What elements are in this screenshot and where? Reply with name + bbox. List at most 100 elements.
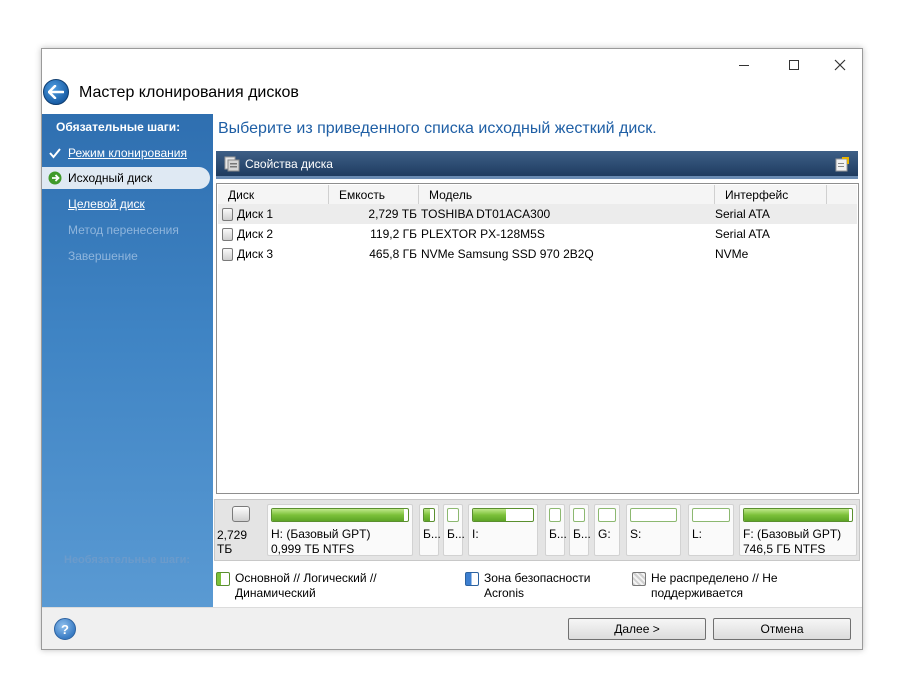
partition-usage-fill [473,509,506,521]
table-header: Диск Емкость Модель Интерфейс [218,185,857,205]
cancel-button[interactable]: Отмена [713,618,851,640]
column-header-model[interactable]: Модель [419,185,715,205]
table-row[interactable]: Диск 2 119,2 ГБ PLEXTOR PX-128M5S Serial… [218,224,857,244]
disk-properties-button[interactable]: Свойства диска [224,156,333,172]
sidebar-item-label: Исходный диск [68,171,153,185]
required-steps-heading: Обязательные шаги: [56,120,181,134]
disk-name: Диск 2 [237,227,274,241]
sidebar-item-clone-mode[interactable]: Режим клонирования [42,142,213,164]
partition-block[interactable]: H: (Базовый GPT) 0,999 ТБ NTFS [267,504,413,556]
legend-unallocated: Не распределено // Не поддерживается [632,571,778,601]
legend-primary-line1: Основной // Логический // [235,571,377,585]
next-button-mnemonic: Д [614,622,623,636]
partition-label: I: [472,527,479,541]
help-button[interactable]: ? [54,618,76,640]
partition-label: L: [692,527,703,541]
sidebar-item-target-disk[interactable]: Целевой диск [42,193,213,215]
maximize-icon [789,60,799,70]
column-header-disk[interactable]: Диск [218,185,329,205]
partition-label: Б... [423,527,441,541]
disk-properties-label: Свойства диска [245,157,333,171]
partition-usage-bar [271,508,409,522]
maximize-button[interactable] [774,53,814,77]
footer-bar: ? Далее > Отмена [42,607,862,649]
minimize-icon [739,64,749,66]
table-row[interactable]: Диск 3 465,8 ГБ NVMe Samsung SSD 970 2B2… [218,244,857,264]
column-header-interface[interactable]: Интерфейс [715,185,827,205]
partition-block[interactable]: I: [468,504,538,556]
table-row[interactable]: Диск 1 2,729 ТБ TOSHIBA DT01ACA300 Seria… [218,204,857,224]
close-icon [834,59,846,71]
sidebar-item-label: Завершение [68,249,138,263]
map-disk-summary[interactable]: 2,729 ТБ [217,504,265,556]
disk-icon [222,227,233,241]
disk-interface: Serial ATA [715,227,770,241]
partition-label: Б... [549,527,567,541]
partition-usage-bar [598,508,616,522]
disk-model: NVMe Samsung SSD 970 2B2Q [421,247,594,261]
close-button[interactable] [820,53,860,77]
partition-label: F: (Базовый GPT) [743,527,842,541]
primary-partition-swatch-icon [216,572,230,586]
partition-usage-fill [424,509,430,521]
disk-toolbar: Свойства диска [216,151,858,179]
disk-interface: Serial ATA [715,207,770,221]
legend-secure-line1: Зона безопасности [484,571,591,585]
checkmark-icon [42,147,68,159]
partition-usage-bar [447,508,459,522]
partition-block[interactable]: G: [594,504,620,556]
partition-usage-bar [630,508,677,522]
partition-usage-bar [573,508,585,522]
disk-model: PLEXTOR PX-128M5S [421,227,545,241]
secure-zone-swatch-icon [465,572,479,586]
current-step-arrow-icon [42,171,68,185]
partition-usage-bar [423,508,435,522]
optional-steps-heading: Необязательные шаги: [64,554,191,566]
disk-interface: NVMe [715,247,749,261]
partition-details: 746,5 ГБ NTFS [743,542,826,556]
unallocated-swatch-icon [632,572,646,586]
partition-usage-bar [743,508,853,522]
partition-block[interactable]: S: [626,504,681,556]
legend-primary-line2: Динамический [235,586,316,600]
partition-block[interactable]: Б... [419,504,441,556]
disk-name: Диск 1 [237,207,274,221]
steps-sidebar: Обязательные шаги: Режим клонирования Ис… [42,114,213,607]
arrow-left-icon [48,85,64,99]
partition-label: Б... [447,527,465,541]
legend-unallocated-line2: поддерживается [651,586,744,600]
sidebar-item-source-disk[interactable]: Исходный диск [42,167,210,189]
map-disk-size: 2,729 ТБ [217,528,248,556]
partition-usage-bar [472,508,534,522]
partition-label: H: (Базовый GPT) [271,527,371,541]
disk-capacity: 2,729 ТБ [368,207,417,221]
minimize-button[interactable] [724,53,764,77]
partition-block[interactable]: Б... [569,504,591,556]
back-button[interactable] [43,79,69,105]
partition-usage-fill [272,509,404,521]
column-header-capacity[interactable]: Емкость [329,185,419,205]
partition-block[interactable]: F: (Базовый GPT) 746,5 ГБ NTFS [739,504,857,556]
disk-properties-icon [224,156,240,172]
partition-usage-bar [549,508,561,522]
disk-icon [222,247,233,261]
window-title: Мастер клонирования дисков [79,84,299,101]
partition-block[interactable]: Б... [443,504,465,556]
disk-capacity: 119,2 ГБ [370,227,417,241]
help-icon: ? [61,621,69,637]
partition-label: G: [598,527,611,541]
legend-primary: Основной // Логический //Динамический [216,571,377,601]
disk-name: Диск 3 [237,247,274,261]
partition-block[interactable]: L: [688,504,734,556]
partition-block[interactable]: Б... [545,504,567,556]
sidebar-item-transfer-method: Метод перенесения [42,219,213,241]
page-heading: Выберите из приведенного списка исходный… [218,120,657,137]
legend-unallocated-line1: Не распределено // Не [651,571,778,585]
legend-secure-zone: Зона безопасности Acronis [465,571,590,601]
disk-icon [222,207,233,221]
toolbar-options-button[interactable] [834,156,850,175]
next-button[interactable]: Далее > [568,618,706,640]
disk-capacity: 465,8 ГБ [369,247,417,261]
disk-model: TOSHIBA DT01ACA300 [421,207,551,221]
wizard-window: Мастер клонирования дисков Обязательные … [41,48,863,650]
